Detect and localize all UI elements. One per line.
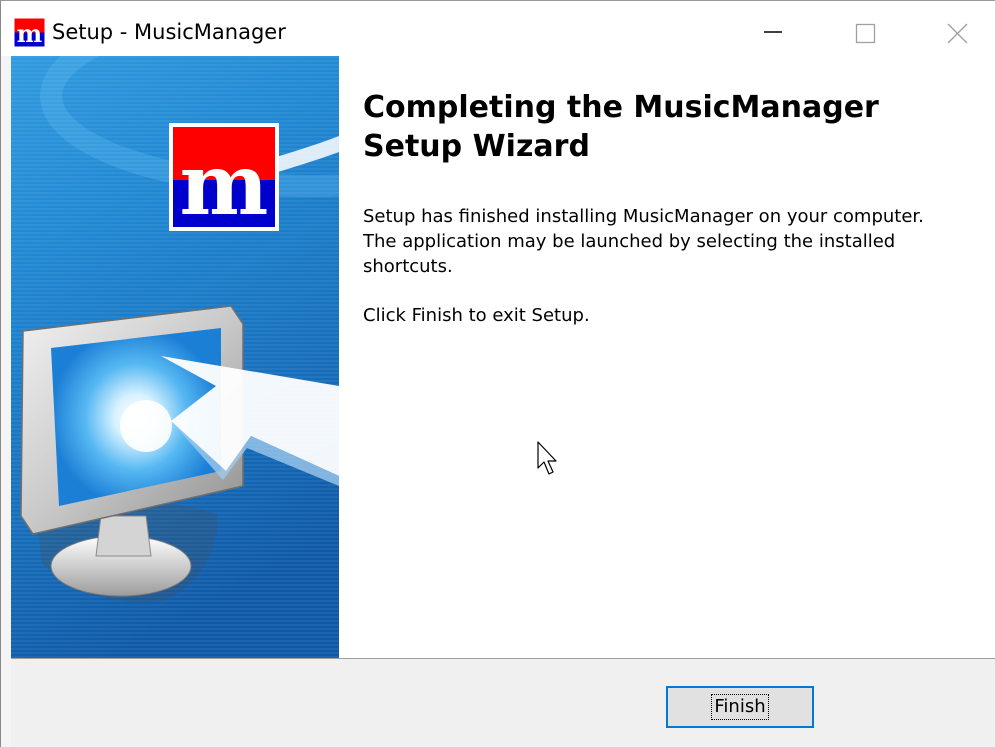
finish-button-label: Finish	[711, 694, 769, 720]
completion-message: Setup has finished installing MusicManag…	[363, 206, 924, 277]
window-title: Setup - MusicManager	[52, 20, 286, 44]
window-left-edge	[1, 56, 11, 747]
setup-window: m Setup - MusicManager m Completing the …	[0, 0, 995, 747]
musicmanager-logo-icon: m	[14, 18, 45, 47]
exit-instruction: Click Finish to exit Setup.	[363, 305, 590, 326]
maximize-icon	[855, 23, 876, 44]
close-button[interactable]	[934, 11, 980, 55]
wizard-footer	[11, 659, 995, 747]
title-bar[interactable]: m Setup - MusicManager	[1, 1, 995, 55]
maximize-button[interactable]	[842, 11, 888, 55]
minimize-icon	[764, 31, 782, 33]
mouse-cursor-icon	[537, 441, 557, 475]
wizard-content: Completing the MusicManager Setup Wizard…	[339, 56, 995, 658]
minimize-button[interactable]	[750, 11, 796, 55]
finish-button[interactable]: Finish	[666, 686, 814, 728]
close-icon	[947, 23, 968, 44]
wizard-banner-image: m	[11, 56, 339, 658]
page-title: Completing the MusicManager Setup Wizard	[363, 90, 879, 164]
svg-text:m: m	[180, 135, 269, 234]
banner-illustration: m	[11, 56, 339, 658]
musicmanager-m-logo: m	[169, 123, 279, 234]
svg-text:m: m	[17, 19, 42, 47]
